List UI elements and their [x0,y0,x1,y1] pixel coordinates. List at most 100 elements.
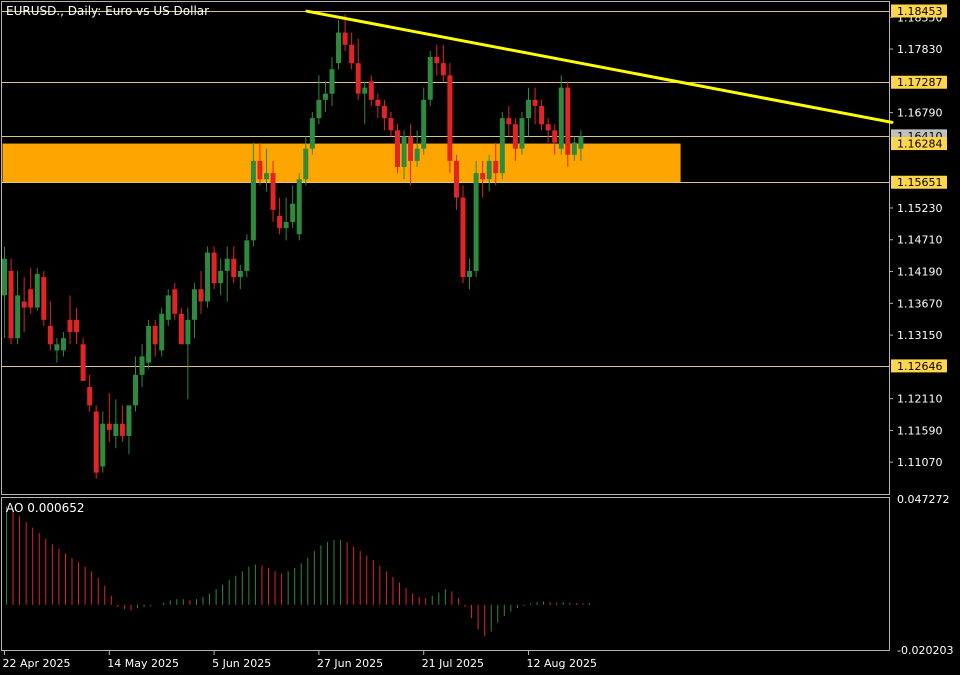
price-label-text: 1.15651 [897,176,943,189]
candle-body [74,319,80,333]
candle [87,374,93,412]
candle [539,99,545,131]
candle-body [427,57,433,100]
time-tick-label: 21 Jul 2025 [422,657,484,670]
candle [34,267,40,311]
candle [113,399,119,449]
candle [532,87,538,125]
candle [106,393,112,443]
candle-body [277,215,283,229]
zone-rect [2,143,681,183]
candle [336,20,342,70]
candle [453,154,459,210]
candle-body [362,87,368,94]
price-level-label: 1.17287 [891,75,947,89]
candle-body [21,301,27,308]
candle-body [539,105,545,125]
candle [237,264,243,290]
candle-body [54,344,60,351]
price-tick-label: 1.12110 [897,393,943,406]
ao-tick-label: 0.047272 [897,493,950,506]
candle-body [322,93,328,100]
candle [558,75,564,155]
candle [80,338,86,381]
candle [8,258,14,345]
candle-body [290,203,296,223]
candle-body [250,160,256,241]
candle-body [526,99,531,119]
candle-body [60,338,66,351]
candle-body [165,295,171,320]
candle-body [218,270,224,284]
candle-body [447,75,453,161]
candle [440,44,446,82]
candle-body [506,118,512,125]
candle [67,295,73,345]
candle-body [113,423,119,436]
candle [100,411,106,473]
ao-indicator-label: AO 0.000652 [6,501,85,515]
candle-body [146,325,152,363]
candle-body [67,319,73,333]
trendline[interactable] [305,9,894,124]
candle-body [460,197,466,278]
candle-body [336,32,342,64]
candle-body [309,118,315,149]
candle [185,307,191,400]
candle-body [172,289,178,314]
candle-body [224,258,230,271]
price-tick-label: 1.16790 [897,107,943,120]
price-panel-frame [1,1,890,495]
candle [41,270,47,326]
candle-body [467,270,473,278]
candle-body [28,289,34,308]
candle [434,44,440,76]
candle-body [552,130,558,143]
candle [519,112,525,155]
candle [427,50,433,106]
candle-body [565,87,571,155]
candle [355,38,361,100]
candle [322,81,328,113]
candle [460,185,466,284]
candle-body [414,148,420,161]
candle [15,270,21,345]
candle-body [499,118,505,174]
candle-body [303,148,309,180]
candle-body [480,173,486,180]
candle [349,32,355,70]
price-level-label: 1.15651 [891,175,947,189]
support-zone[interactable] [2,143,681,183]
candlesticks [2,14,584,479]
candle-body [408,136,414,161]
candle-body [205,252,211,302]
candle [191,283,197,339]
candle-body [159,313,165,351]
candle [21,277,27,333]
candle-body [211,252,217,284]
price-tick-label: 1.17830 [897,43,943,56]
candle [178,307,184,345]
candle [447,63,453,174]
candle [172,283,178,320]
candle [28,267,34,314]
candle [74,307,80,345]
candle-body [133,374,138,406]
candle-body [198,289,204,302]
candle [119,405,125,443]
candle-body [342,32,348,45]
candle-body [15,295,21,339]
candle-body [375,99,381,106]
candle [54,338,60,363]
candle-body [571,142,577,155]
candle-body [283,222,289,229]
candle [205,246,211,308]
candle-body [401,136,407,168]
candle-body [47,325,53,345]
candle-body [8,270,14,339]
price-tick-label: 1.14190 [897,266,943,279]
candle [198,270,204,314]
candle [388,112,394,137]
candle [211,246,217,290]
candle [309,112,315,155]
